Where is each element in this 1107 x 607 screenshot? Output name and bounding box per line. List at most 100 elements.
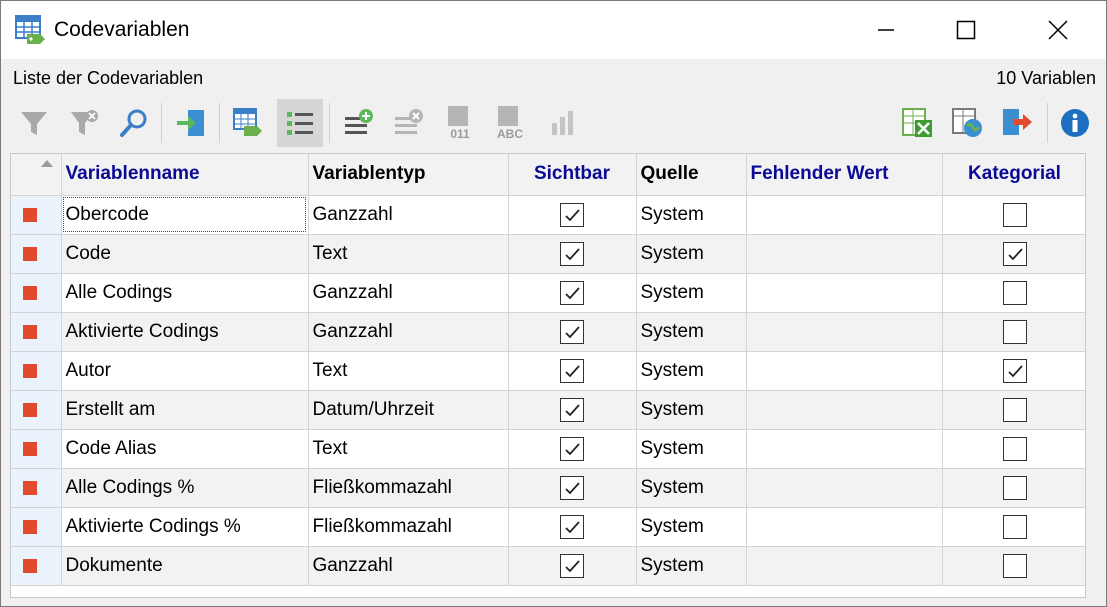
kategorial-checkbox[interactable]: [1002, 202, 1027, 227]
column-header-sichtbar[interactable]: Sichtbar: [508, 154, 637, 196]
cell-variablentyp[interactable]: Text: [308, 234, 509, 274]
excel-export-button[interactable]: [894, 99, 940, 147]
table-view-button[interactable]: [225, 99, 271, 147]
minimize-button[interactable]: [863, 1, 909, 59]
column-header-variablentyp[interactable]: Variablentyp: [308, 154, 509, 196]
row-marker[interactable]: [11, 273, 62, 313]
import-button[interactable]: [167, 99, 213, 147]
sichtbar-checkbox[interactable]: [560, 514, 584, 539]
table-row[interactable]: Erstellt am Datum/Uhrzeit System: [11, 390, 1085, 430]
cell-fehlender-wert[interactable]: [746, 507, 943, 547]
kategorial-checkbox[interactable]: [1002, 241, 1027, 266]
filter-button[interactable]: [11, 99, 57, 147]
variables-table: Variablenname Variablentyp Sichtbar Quel…: [11, 154, 1085, 586]
web-export-button[interactable]: [944, 99, 990, 147]
column-header-quelle[interactable]: Quelle: [636, 154, 747, 196]
info-button[interactable]: [1052, 99, 1098, 147]
cell-variablenname[interactable]: Code Alias: [61, 429, 309, 469]
cell-fehlender-wert[interactable]: [746, 234, 943, 274]
search-button[interactable]: [111, 99, 157, 147]
add-variable-button[interactable]: [335, 99, 381, 147]
kategorial-checkbox[interactable]: [1002, 514, 1027, 539]
cell-variablentyp[interactable]: Fließkommazahl: [308, 507, 509, 547]
sichtbar-checkbox[interactable]: [560, 202, 584, 227]
statistics-button[interactable]: [539, 99, 585, 147]
kategorial-checkbox[interactable]: [1002, 436, 1027, 461]
table-row[interactable]: Dokumente Ganzzahl System: [11, 546, 1085, 586]
cell-variablenname[interactable]: Code: [61, 234, 309, 274]
sort-corner-header[interactable]: [11, 154, 62, 196]
column-header-kategorial[interactable]: Kategorial: [942, 154, 1085, 196]
cell-variablenname[interactable]: Dokumente: [61, 546, 309, 586]
text-variable-button[interactable]: ABC: [487, 99, 533, 147]
row-marker[interactable]: [11, 234, 62, 274]
cell-variablenname[interactable]: Erstellt am: [61, 390, 309, 430]
close-button[interactable]: [1035, 1, 1081, 59]
table-row[interactable]: Code Alias Text System: [11, 429, 1085, 469]
cell-variablentyp[interactable]: Ganzzahl: [308, 273, 509, 313]
kategorial-checkbox[interactable]: [1002, 319, 1027, 344]
checkmark-icon: [1007, 247, 1023, 260]
column-header-fehlender-wert[interactable]: Fehlender Wert: [746, 154, 943, 196]
sichtbar-checkbox[interactable]: [560, 397, 584, 422]
cell-variablenname[interactable]: Aktivierte Codings %: [61, 507, 309, 547]
cell-variablenname[interactable]: Alle Codings %: [61, 468, 309, 508]
kategorial-checkbox[interactable]: [1002, 280, 1027, 305]
cell-variablentyp[interactable]: Ganzzahl: [308, 312, 509, 352]
row-marker[interactable]: [11, 507, 62, 547]
row-marker[interactable]: [11, 390, 62, 430]
cell-variablenname[interactable]: Aktivierte Codings: [61, 312, 309, 352]
kategorial-checkbox[interactable]: [1002, 475, 1027, 500]
row-marker[interactable]: [11, 195, 62, 235]
table-row[interactable]: Alle Codings Ganzzahl System: [11, 273, 1085, 313]
cell-variablentyp[interactable]: Fließkommazahl: [308, 468, 509, 508]
clear-filter-button[interactable]: [61, 99, 107, 147]
delete-variable-button[interactable]: [385, 99, 431, 147]
sichtbar-checkbox[interactable]: [560, 553, 584, 578]
list-view-button[interactable]: [277, 99, 323, 147]
numeric-variable-button[interactable]: 011: [437, 99, 483, 147]
export-button[interactable]: [994, 99, 1040, 147]
cell-variablenname[interactable]: Autor: [61, 351, 309, 391]
kategorial-checkbox[interactable]: [1002, 358, 1027, 383]
table-row[interactable]: Alle Codings % Fließkommazahl System: [11, 468, 1085, 508]
table-row[interactable]: Obercode Ganzzahl System: [11, 195, 1085, 235]
sichtbar-checkbox[interactable]: [560, 358, 584, 383]
checkmark-icon: [565, 247, 580, 260]
sichtbar-checkbox[interactable]: [560, 436, 584, 461]
sichtbar-checkbox[interactable]: [560, 241, 584, 266]
list-label: Liste der Codevariablen: [13, 68, 204, 88]
sichtbar-checkbox[interactable]: [560, 280, 584, 305]
cell-fehlender-wert[interactable]: [746, 429, 943, 469]
table-row[interactable]: Code Text System: [11, 234, 1085, 274]
sichtbar-checkbox[interactable]: [560, 475, 584, 500]
cell-fehlender-wert[interactable]: [746, 351, 943, 391]
cell-variablenname[interactable]: Obercode: [61, 195, 309, 235]
cell-variablentyp[interactable]: Text: [308, 429, 509, 469]
kategorial-checkbox[interactable]: [1002, 553, 1027, 578]
row-marker[interactable]: [11, 312, 62, 352]
cell-fehlender-wert[interactable]: [746, 390, 943, 430]
cell-fehlender-wert[interactable]: [746, 312, 943, 352]
cell-fehlender-wert[interactable]: [746, 468, 943, 508]
cell-variablentyp[interactable]: Text: [308, 351, 509, 391]
cell-variablentyp[interactable]: Datum/Uhrzeit: [308, 390, 509, 430]
filter-icon: [21, 112, 47, 135]
table-row[interactable]: Autor Text System: [11, 351, 1085, 391]
cell-variablentyp[interactable]: Ganzzahl: [308, 546, 509, 586]
cell-fehlender-wert[interactable]: [746, 273, 943, 313]
cell-variablenname[interactable]: Alle Codings: [61, 273, 309, 313]
cell-variablentyp[interactable]: Ganzzahl: [308, 195, 509, 235]
row-marker[interactable]: [11, 351, 62, 391]
table-row[interactable]: Aktivierte Codings % Fließkommazahl System: [11, 507, 1085, 547]
row-marker[interactable]: [11, 429, 62, 469]
cell-fehlender-wert[interactable]: [746, 195, 943, 235]
kategorial-checkbox[interactable]: [1002, 397, 1027, 422]
maximize-button[interactable]: [943, 1, 989, 59]
row-marker[interactable]: [11, 546, 62, 586]
row-marker[interactable]: [11, 468, 62, 508]
table-row[interactable]: Aktivierte Codings Ganzzahl System: [11, 312, 1085, 352]
column-header-variablenname[interactable]: Variablenname: [61, 154, 309, 196]
cell-fehlender-wert[interactable]: [746, 546, 943, 586]
sichtbar-checkbox[interactable]: [560, 319, 584, 344]
